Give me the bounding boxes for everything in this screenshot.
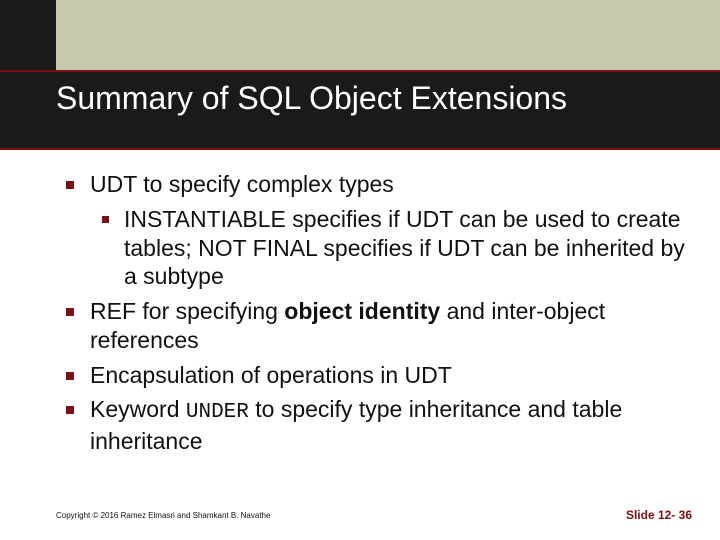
bullet-text-pre: Keyword: [90, 396, 186, 422]
bullet-udt: UDT to specify complex types: [56, 170, 686, 199]
bullet-under: Keyword UNDER to specify type inheritanc…: [56, 395, 686, 455]
copyright-text: Copyright © 2016 Ramez Elmasri and Shamk…: [56, 511, 270, 520]
body-content: UDT to specify complex types INSTANTIABL…: [56, 170, 686, 461]
bullet-text: UDT to specify complex types: [90, 171, 394, 197]
bullet-ref: REF for specifying object identity and i…: [56, 297, 686, 355]
keyword-under: UNDER: [186, 401, 249, 424]
bullet-text-bold: object identity: [284, 298, 440, 324]
slide: Summary of SQL Object Extensions UDT to …: [0, 0, 720, 540]
top-decorative-band: [0, 0, 720, 70]
bullet-text-pre: REF for specifying: [90, 298, 284, 324]
sub-bullet-instantiable: INSTANTIABLE specifies if UDT can be use…: [56, 205, 686, 291]
slide-number: Slide 12- 36: [626, 508, 692, 522]
title-band: Summary of SQL Object Extensions: [0, 70, 720, 150]
bullet-encapsulation: Encapsulation of operations in UDT: [56, 361, 686, 390]
slide-title: Summary of SQL Object Extensions: [56, 80, 567, 117]
bullet-text: Encapsulation of operations in UDT: [90, 362, 452, 388]
bullet-text: INSTANTIABLE specifies if UDT can be use…: [124, 206, 685, 290]
